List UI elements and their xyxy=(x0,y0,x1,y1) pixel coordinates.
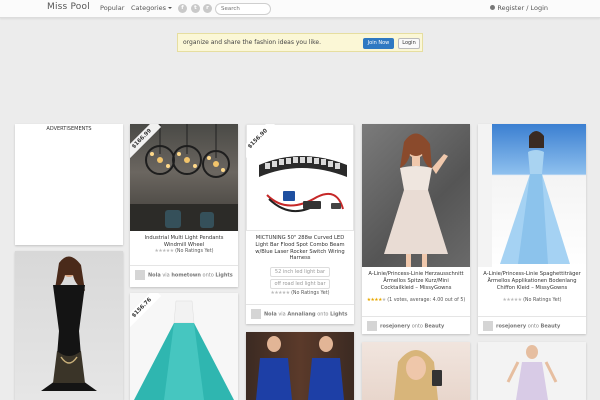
nav-categories-dropdown[interactable]: Categories xyxy=(131,4,173,12)
pin-caption[interactable]: MICTUNING 50" 288w Curved LED Light Bar … xyxy=(250,235,350,262)
pin-card-blonde-model[interactable] xyxy=(362,342,470,400)
pin-image-blue-lace-dress[interactable] xyxy=(246,332,354,400)
search-input[interactable] xyxy=(215,3,271,15)
pin-image-blonde-model[interactable] xyxy=(362,342,470,400)
rating-text: (No Ratings Yet) xyxy=(175,249,214,254)
user-name[interactable]: rosejonery xyxy=(380,324,410,330)
join-now-button[interactable]: Join Now xyxy=(363,38,394,49)
pin-footer: Nola via Annaliang onto Lights xyxy=(251,309,351,319)
rating: ★★★★★ (1 votes, average: 4.00 out of 5) xyxy=(366,298,466,303)
pin-image-lavender-gown[interactable] xyxy=(478,342,586,400)
user-name[interactable]: rosejonery xyxy=(496,324,526,330)
pin-footer: rosejonery onto Beauty xyxy=(367,321,467,331)
rating: ★★★★★ (No Ratings Yet) xyxy=(246,291,354,296)
avatar[interactable] xyxy=(483,321,493,331)
pin-card-cocktail-dress[interactable]: A-Linie/Princess-Linie Herzausschnitt Är… xyxy=(362,124,470,334)
pin-tag[interactable]: 52 inch led light bar xyxy=(270,267,330,277)
pin-image-cocktail-dress[interactable] xyxy=(362,124,470,267)
login-button[interactable]: Login xyxy=(398,38,420,49)
star-icons: ★★★★★ xyxy=(154,249,175,254)
pin-image-blue-gown[interactable] xyxy=(478,124,586,267)
rating: ★★★★★ (No Ratings Yet) xyxy=(130,249,238,254)
model-illustration xyxy=(384,133,448,267)
twitter-icon[interactable]: t xyxy=(191,4,200,13)
card-divider xyxy=(246,304,354,305)
pin-card-black-gown[interactable] xyxy=(15,251,123,400)
star-icons: ★★★★ xyxy=(366,298,383,303)
user-name[interactable]: Nola xyxy=(148,273,161,279)
chevron-down-icon xyxy=(168,7,173,9)
model-illustration xyxy=(506,345,558,400)
promo-banner: organize and share the fashion ideas you… xyxy=(177,33,423,52)
brand-logo[interactable]: Miss Pool xyxy=(47,2,90,12)
pin-footer: Nola via hometown onto Lights xyxy=(135,270,235,280)
board-name[interactable]: Lights xyxy=(330,312,347,318)
avatar[interactable] xyxy=(135,270,145,280)
source-name[interactable]: Annaliang xyxy=(287,312,315,318)
board-name[interactable]: Beauty xyxy=(425,324,445,330)
facebook-icon[interactable]: f xyxy=(178,4,187,13)
source-name[interactable]: hometown xyxy=(171,273,201,279)
pin-card-blue-lace-dress[interactable] xyxy=(246,332,354,400)
user-icon xyxy=(490,5,496,10)
advertisement-card: ADVERTISEMENTS xyxy=(15,124,123,245)
pin-caption[interactable]: Industrial Multi Light Pendants Windmill… xyxy=(134,235,234,249)
model-illustration xyxy=(394,350,442,400)
promo-text: organize and share the fashion ideas you… xyxy=(183,39,321,46)
rating: ★★★★★ (No Ratings Yet) xyxy=(478,298,586,303)
pin-card-lavender-gown[interactable] xyxy=(478,342,586,400)
card-divider xyxy=(362,316,470,317)
pin-caption[interactable]: A-Linie/Princess-Linie Herzausschnitt Är… xyxy=(366,271,466,291)
register-login-label: Register / Login xyxy=(497,4,548,12)
model-illustration xyxy=(256,336,344,400)
pin-tag[interactable]: off road led light bar xyxy=(270,279,330,289)
pin-card-blue-gown[interactable]: A-Linie/Princess-Linie Spaghettiträger Ä… xyxy=(478,124,586,334)
register-login-link[interactable]: Register / Login xyxy=(490,4,548,12)
card-divider xyxy=(478,316,586,317)
nav-popular-link[interactable]: Popular xyxy=(100,4,124,12)
board-name[interactable]: Lights xyxy=(215,273,232,279)
rating-text: (No Ratings Yet) xyxy=(523,298,562,303)
star-icons: ★★★★★ xyxy=(502,298,523,303)
card-divider xyxy=(130,265,238,266)
pin-card-chandelier[interactable]: $166.99 Industrial Multi Light Pendants … xyxy=(130,124,238,287)
pin-card-teal-gown[interactable]: $156.76 xyxy=(130,293,238,400)
rss-icon[interactable]: r xyxy=(203,4,212,13)
model-illustration xyxy=(41,256,97,391)
pin-image-black-gown[interactable] xyxy=(15,251,123,400)
avatar[interactable] xyxy=(251,309,261,319)
ad-label: ADVERTISEMENTS xyxy=(46,126,92,132)
rating-text: (1 votes, average: 4.00 out of 5) xyxy=(387,298,466,303)
user-name[interactable]: Nola xyxy=(264,312,277,318)
pin-footer: rosejonery onto Beauty xyxy=(483,321,583,331)
pin-card-led-bar[interactable]: $156.90 MICTUNING 50" 288w Curved LED Li… xyxy=(246,124,354,324)
pin-caption[interactable]: A-Linie/Princess-Linie Spaghettiträger Ä… xyxy=(482,271,582,291)
board-name[interactable]: Beauty xyxy=(541,324,561,330)
model-illustration xyxy=(478,124,570,267)
avatar[interactable] xyxy=(367,321,377,331)
rating-text: (No Ratings Yet) xyxy=(291,291,330,296)
nav-categories-label: Categories xyxy=(131,4,167,12)
star-icons: ★★★★★ xyxy=(270,291,291,296)
top-navbar: Miss Pool Popular Categories f t r Regis… xyxy=(0,0,600,18)
